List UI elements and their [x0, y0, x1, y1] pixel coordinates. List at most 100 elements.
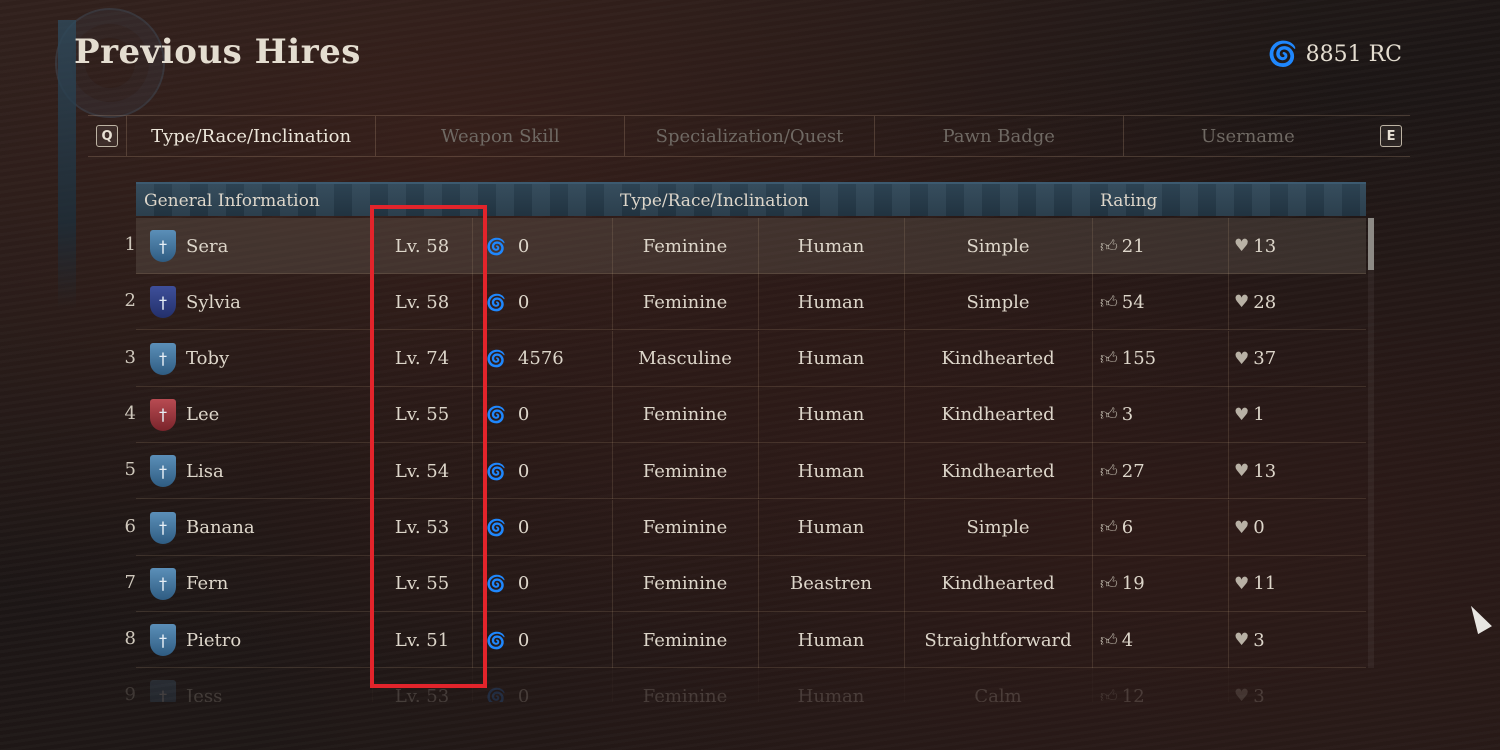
scrollbar-thumb[interactable] — [1368, 218, 1374, 270]
rc-cell: 🌀 0 — [486, 556, 610, 612]
pawn-race: Human — [797, 235, 865, 257]
gender-cell: Masculine — [612, 331, 758, 387]
thumbs-up-icon: 👍︎ — [1100, 630, 1118, 651]
likes-cell: 👍︎ 12 — [1100, 668, 1220, 702]
next-tab-key[interactable]: E — [1372, 116, 1410, 156]
inclination-cell: Simple — [904, 218, 1092, 274]
pawn-race: Human — [797, 517, 865, 538]
heart-icon: ♥ — [1234, 292, 1250, 313]
table-row[interactable]: † Sera Lv. 58 🌀 0 Feminine Human Simple 👍︎ 21 ♥ 13 — [136, 218, 1366, 274]
pawn-gender: Masculine — [638, 348, 732, 370]
rc-cell: 🌀 0 — [486, 387, 610, 443]
prev-tab-key[interactable]: Q — [88, 116, 126, 156]
hires-table: General Information Type/Race/Inclinatio… — [136, 182, 1366, 702]
column-divider — [1228, 274, 1229, 331]
hearts-cell: ♥ 0 — [1234, 500, 1354, 556]
inclination-cell: Kindhearted — [904, 556, 1092, 612]
pawn-race: Human — [797, 404, 865, 426]
gender-cell: Feminine — [612, 443, 758, 499]
shield-icon: † — [150, 567, 176, 600]
pawn-name-cell: † Sera — [150, 218, 370, 274]
thumbs-up-icon: 👍︎ — [1100, 518, 1118, 538]
table-row[interactable]: † Toby Lv. 74 🌀 4576 Masculine Human Kindhearte… — [136, 330, 1366, 387]
table-row[interactable]: † Fern Lv. 55 🌀 0 Feminine Beastren Kindhearted… — [136, 555, 1366, 612]
column-divider — [1092, 668, 1093, 702]
tab-weapon-skill[interactable]: Weapon Skill — [375, 116, 624, 156]
heart-icon: ♥ — [1234, 404, 1250, 425]
rc-cell: 🌀 0 — [486, 612, 610, 668]
pawn-inclination: Kindhearted — [941, 404, 1055, 426]
race-cell: Human — [758, 331, 904, 387]
inclination-cell: Kindhearted — [904, 387, 1092, 443]
pawn-race: Human — [797, 460, 865, 482]
tab-type-race-inclination[interactable]: Type/Race/Inclination — [126, 116, 375, 156]
likes-value: 6 — [1121, 517, 1134, 538]
pawn-inclination: Kindhearted — [941, 460, 1055, 482]
pawn-name: Lee — [186, 404, 220, 426]
rc-cell: 🌀 0 — [486, 218, 610, 274]
rc-value: 0 — [517, 404, 530, 426]
row-rank: 5 — [124, 459, 136, 481]
pawn-inclination: Simple — [966, 517, 1030, 538]
key-e: E — [1380, 125, 1403, 147]
swirl-icon: 🌀 — [486, 574, 506, 594]
heart-icon: ♥ — [1234, 686, 1250, 702]
rc-value: 0 — [517, 517, 530, 538]
pawn-gender: Feminine — [642, 685, 728, 702]
table-row[interactable]: † Pietro Lv. 51 🌀 0 Feminine Human Straightforw… — [136, 612, 1366, 669]
swirl-icon: 🌀 — [1267, 40, 1298, 68]
likes-value: 155 — [1121, 348, 1157, 370]
heart-icon: ♥ — [1234, 236, 1250, 256]
pawn-name: Jess — [186, 685, 223, 702]
tab-specialization-quest[interactable]: Specialization/Quest — [624, 116, 873, 156]
pawn-name-cell: † Fern — [150, 556, 370, 612]
race-cell: Human — [758, 668, 904, 702]
header-rating: Rating — [1100, 191, 1158, 211]
table-row[interactable]: † Banana Lv. 53 🌀 0 Feminine Human Simple 👍︎ 6 ♥ 0 — [136, 499, 1366, 556]
column-divider — [1092, 499, 1093, 556]
table-row[interactable]: † Jess Lv. 53 🌀 0 Feminine Human Calm 👍︎ 12 ♥ 3 — [136, 668, 1366, 702]
row-rank: 8 — [124, 628, 136, 650]
column-divider — [1228, 218, 1229, 274]
table-row[interactable]: † Sylvia Lv. 58 🌀 0 Feminine Human Simple 👍︎ 54 ♥ 2… — [136, 274, 1366, 331]
likes-cell: 👍︎ 27 — [1100, 443, 1220, 499]
likes-cell: 👍︎ 3 — [1100, 387, 1220, 443]
rc-value: 4576 — [517, 348, 564, 370]
column-divider — [1228, 668, 1229, 702]
scrollbar[interactable] — [1368, 218, 1374, 668]
pawn-inclination: Straightforward — [924, 629, 1072, 651]
rc-value: 0 — [517, 629, 530, 651]
shield-icon: † — [150, 342, 176, 375]
pawn-inclination: Simple — [966, 235, 1030, 257]
mouse-cursor — [1464, 601, 1492, 635]
pawn-name: Toby — [186, 348, 230, 370]
thumbs-up-icon: 👍︎ — [1100, 405, 1118, 426]
rc-value: 0 — [517, 235, 530, 257]
heart-icon: ♥ — [1234, 630, 1250, 651]
pawn-name: Banana — [186, 517, 255, 538]
race-cell: Human — [758, 218, 904, 274]
column-divider — [1092, 443, 1093, 500]
column-divider — [1228, 499, 1229, 556]
hearts-value: 37 — [1253, 348, 1277, 370]
thumbs-up-icon: 👍︎ — [1100, 349, 1118, 370]
inclination-cell: Straightforward — [904, 612, 1092, 668]
swirl-icon: 🌀 — [486, 630, 506, 650]
column-divider — [1092, 274, 1093, 331]
inclination-cell: Kindhearted — [904, 331, 1092, 387]
pawn-gender: Feminine — [642, 460, 728, 482]
pawn-level: Lv. 53 — [394, 685, 450, 702]
swirl-icon: 🌀 — [486, 518, 506, 537]
table-row[interactable]: † Lee Lv. 55 🌀 0 Feminine Human Kindhearted 👍︎ 3 ♥… — [136, 386, 1366, 443]
rc-value: 0 — [517, 573, 530, 595]
thumbs-up-icon: 👍︎ — [1100, 292, 1118, 313]
gender-cell: Feminine — [612, 274, 758, 330]
tab-username[interactable]: Username — [1122, 116, 1372, 156]
thumbs-up-icon: 👍︎ — [1100, 574, 1118, 595]
heart-icon: ♥ — [1234, 573, 1250, 594]
pawn-gender: Feminine — [642, 235, 728, 257]
row-rank: 6 — [124, 515, 136, 537]
hearts-cell: ♥ 1 — [1234, 387, 1354, 443]
table-row[interactable]: † Lisa Lv. 54 🌀 0 Feminine Human Kindhearted 👍︎ 2… — [136, 443, 1366, 500]
tab-pawn-badge[interactable]: Pawn Badge — [873, 116, 1123, 156]
